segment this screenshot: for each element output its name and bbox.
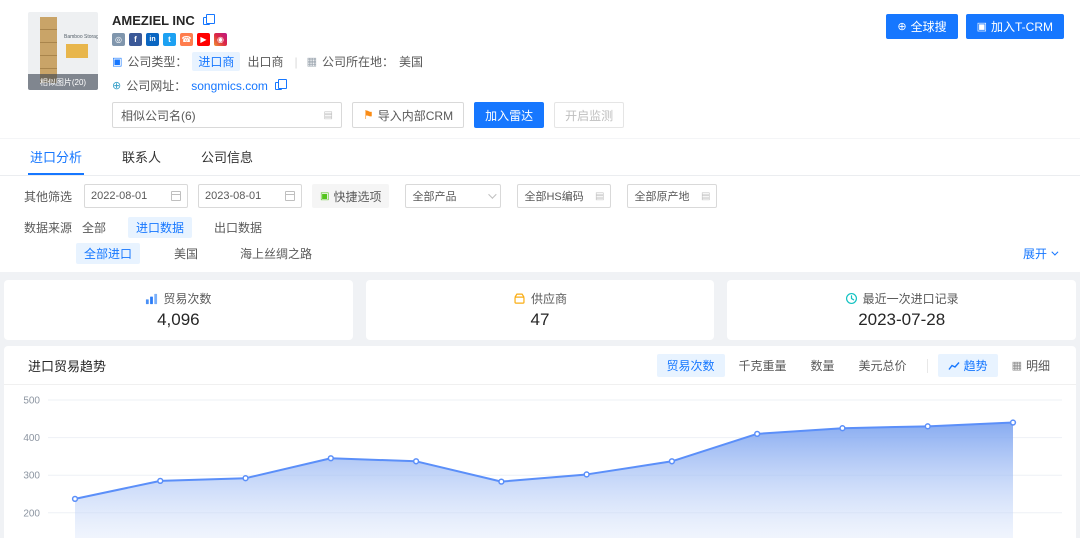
stat-label: 供应商 xyxy=(531,290,567,307)
view-trend-button[interactable]: 趋势 xyxy=(938,354,998,377)
flag-icon: ⚑ xyxy=(363,108,374,122)
globe-icon: ⊕ xyxy=(897,20,906,33)
company-type-label: 公司类型： xyxy=(127,53,187,70)
list-icon: ▤ xyxy=(595,191,604,202)
stat-suppliers: 供应商 47 xyxy=(366,280,715,340)
add-radar-button[interactable]: 加入雷达 xyxy=(474,102,544,128)
location-value: 美国 xyxy=(399,53,423,70)
company-name: AMEZIEL INC xyxy=(112,13,195,28)
similar-images-overlay[interactable]: 相似图片(20) xyxy=(28,74,98,90)
stat-value: 47 xyxy=(531,310,550,330)
source-option-export[interactable]: 出口数据 xyxy=(206,217,270,238)
import-crm-button[interactable]: ⚑ 导入内部CRM xyxy=(352,102,464,128)
copy-icon[interactable] xyxy=(275,82,282,90)
sub-option-maritime-silk-road[interactable]: 海上丝绸之路 xyxy=(232,243,320,264)
company-type-icon: ▣ xyxy=(112,55,122,68)
exporter-tag[interactable]: 出口商 xyxy=(245,52,285,71)
stat-trade-count: 贸易次数 4,096 xyxy=(4,280,353,340)
metric-quantity[interactable]: 数量 xyxy=(801,354,845,377)
hs-code-input[interactable]: 全部HS编码 ▤ xyxy=(517,184,611,208)
list-icon: ▤ xyxy=(701,191,710,202)
stat-label: 贸易次数 xyxy=(163,290,211,307)
data-source-label: 数据来源 xyxy=(24,219,72,236)
facebook-icon[interactable]: f xyxy=(129,33,142,46)
main-tabs: 进口分析 联系人 公司信息 xyxy=(0,138,1080,176)
quick-options-button[interactable]: ▣ 快捷选项 xyxy=(312,184,389,208)
source-option-all[interactable]: 全部 xyxy=(74,217,114,238)
expand-filters-button[interactable]: 展开 xyxy=(1023,245,1056,262)
tab-company-info[interactable]: 公司信息 xyxy=(199,139,255,175)
globe-icon: ⊕ xyxy=(112,79,121,92)
table-grid-icon: ▦ xyxy=(1012,359,1022,372)
website-link[interactable]: songmics.com xyxy=(191,79,268,93)
calendar-icon xyxy=(285,191,295,201)
start-monitor-button[interactable]: 开启监测 xyxy=(554,102,624,128)
stat-cards: 贸易次数 4,096 供应商 47 最近一次进口记录 2023-07-28 xyxy=(0,272,1080,346)
photo-caption: Bamboo Storage Shelf xyxy=(64,34,98,40)
trend-chart: 01002003004005002022-082022-092022-10202… xyxy=(4,385,1076,538)
metric-kg-weight[interactable]: 千克重量 xyxy=(729,354,797,377)
stat-value: 4,096 xyxy=(157,310,200,330)
stat-value: 2023-07-28 xyxy=(858,310,945,330)
view-detail-button[interactable]: ▦ 明细 xyxy=(1002,354,1060,377)
bar-chart-icon xyxy=(145,292,158,305)
company-photo[interactable]: Bamboo Storage Shelf 相似图片(20) xyxy=(28,12,98,90)
calendar-icon xyxy=(171,191,181,201)
similar-company-input[interactable]: 相似公司名(6) ▤ xyxy=(112,102,342,128)
sub-option-usa[interactable]: 美国 xyxy=(166,243,206,264)
date-to-input[interactable]: 2023-08-01 xyxy=(198,184,302,208)
date-from-input[interactable]: 2022-08-01 xyxy=(84,184,188,208)
other-filter-label: 其他筛选 xyxy=(24,188,72,205)
add-tcrm-button[interactable]: ▣ 加入T-CRM xyxy=(966,14,1064,39)
website-label: 公司网址： xyxy=(126,77,186,94)
import-trend-card: 进口贸易趋势 贸易次数 千克重量 数量 美元总价 趋势 ▦ 明细 0100200… xyxy=(4,346,1076,538)
svg-text:400: 400 xyxy=(23,433,40,444)
clock-icon xyxy=(845,292,858,305)
stat-label: 最近一次进口记录 xyxy=(863,290,959,307)
chart-title: 进口贸易趋势 xyxy=(28,356,106,375)
metric-usd-total[interactable]: 美元总价 xyxy=(849,354,917,377)
product-select[interactable]: 全部产品 xyxy=(405,184,501,208)
svg-text:300: 300 xyxy=(23,471,40,482)
company-header: Bamboo Storage Shelf 相似图片(20) AMEZIEL IN… xyxy=(0,0,1080,138)
photo-box-graphic xyxy=(66,44,88,58)
stat-last-import: 最近一次进口记录 2023-07-28 xyxy=(727,280,1076,340)
tcrm-icon: ▣ xyxy=(977,20,987,33)
line-chart-icon xyxy=(948,361,960,371)
youtube-icon[interactable]: ▶ xyxy=(197,33,210,46)
source-option-import[interactable]: 进口数据 xyxy=(128,217,192,238)
global-search-button[interactable]: ⊕ 全球搜 xyxy=(886,14,957,39)
tab-contacts[interactable]: 联系人 xyxy=(120,139,163,175)
linkedin-icon[interactable]: in xyxy=(146,33,159,46)
svg-text:500: 500 xyxy=(23,396,40,407)
instagram-icon[interactable]: ◉ xyxy=(214,33,227,46)
website-icon[interactable]: ◎ xyxy=(112,33,125,46)
twitter-icon[interactable]: t xyxy=(163,33,176,46)
metric-trade-count[interactable]: 贸易次数 xyxy=(657,354,725,377)
quick-options-icon: ▣ xyxy=(320,191,329,202)
location-label: 公司所在地： xyxy=(322,53,394,70)
sub-option-all-import[interactable]: 全部进口 xyxy=(76,243,140,264)
filter-panel: 其他筛选 2022-08-01 2023-08-01 ▣ 快捷选项 全部产品 全… xyxy=(0,176,1080,272)
supplier-box-icon xyxy=(513,292,526,305)
chevron-down-icon xyxy=(489,190,497,198)
importer-tag[interactable]: 进口商 xyxy=(192,52,240,71)
phone-icon[interactable]: ☎ xyxy=(180,33,193,46)
chevron-down-icon xyxy=(1051,249,1058,256)
svg-text:200: 200 xyxy=(23,508,40,519)
building-icon: ▦ xyxy=(307,55,317,68)
tab-import-analysis[interactable]: 进口分析 xyxy=(28,139,84,175)
copy-icon[interactable] xyxy=(203,17,210,25)
origin-input[interactable]: 全部原产地 ▤ xyxy=(627,184,717,208)
expand-list-icon: ▤ xyxy=(324,110,333,121)
